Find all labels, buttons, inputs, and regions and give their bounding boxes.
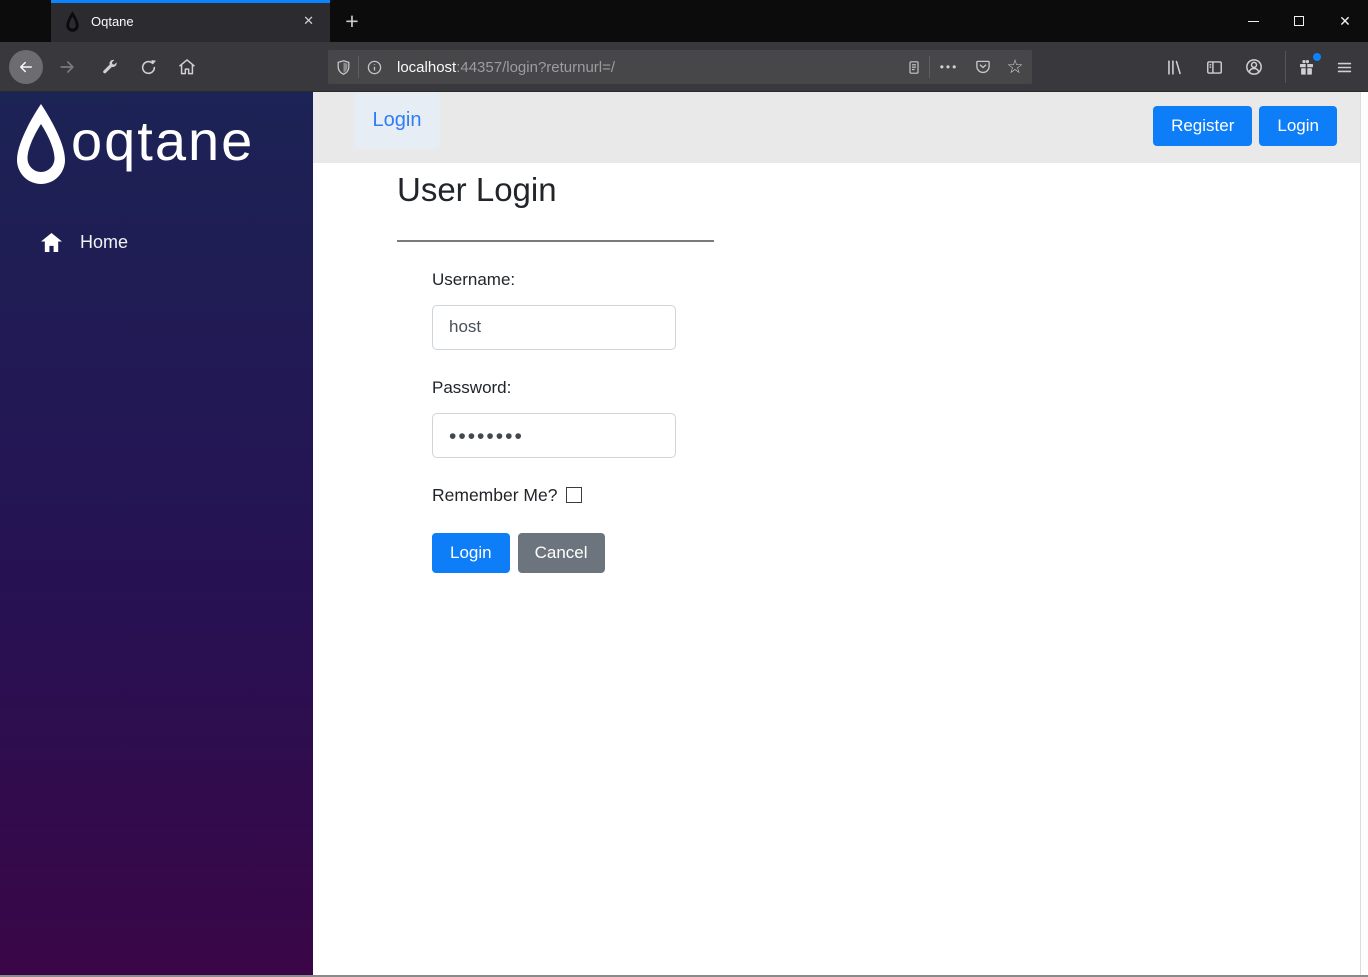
page-header: Login Register Login (313, 92, 1360, 163)
site-logo[interactable]: oqtane (16, 103, 313, 185)
info-icon (367, 60, 381, 74)
sidebar-item-home[interactable]: Home (0, 232, 313, 253)
header-login-button[interactable]: Login (1259, 106, 1337, 146)
customize-button[interactable] (97, 55, 121, 79)
password-label: Password: (432, 377, 512, 397)
page-title: User Login (397, 171, 557, 208)
nav-item-login[interactable]: Login (354, 92, 440, 149)
main-page: Login Register Login User Login Username… (313, 92, 1360, 975)
password-input[interactable] (432, 412, 676, 458)
sidebar-toggle-button[interactable] (1202, 55, 1226, 79)
notification-dot (1313, 53, 1321, 61)
login-button[interactable]: Login (432, 532, 510, 573)
forward-button[interactable] (55, 55, 79, 79)
browser-window: Oqtane ✕ + ✕ localhost:44357/login?retur… (0, 0, 1368, 977)
home-icon (179, 59, 195, 75)
login-form: Username: Password: Remember Me? Login C… (432, 270, 1360, 573)
menu-button[interactable] (1332, 55, 1356, 79)
pocket-icon (976, 60, 990, 74)
cancel-button[interactable]: Cancel (517, 532, 605, 573)
close-window-button[interactable]: ✕ (1322, 0, 1368, 42)
house-icon (41, 232, 62, 253)
url-text[interactable]: localhost:44357/login?returnurl=/ (397, 59, 899, 76)
close-icon: ✕ (1339, 12, 1351, 29)
pocket-button[interactable] (968, 58, 998, 76)
form-buttons: Login Cancel (432, 532, 1360, 573)
reader-mode-icon (909, 60, 919, 74)
navigation-toolbar: localhost:44357/login?returnurl=/ ••• ☆ (0, 42, 1368, 92)
home-button[interactable] (175, 55, 199, 79)
reload-icon (141, 59, 156, 74)
browser-tab[interactable]: Oqtane ✕ (51, 0, 330, 42)
star-icon: ☆ (1006, 56, 1024, 78)
account-button[interactable] (1242, 55, 1266, 79)
library-icon (1167, 59, 1181, 75)
whats-new-button[interactable] (1294, 53, 1321, 79)
login-panel: User Login Username: Password: Remember … (313, 163, 1360, 573)
url-host: localhost (397, 58, 457, 76)
tab-strip: Oqtane ✕ + ✕ (0, 0, 1368, 42)
remember-me-checkbox[interactable] (566, 487, 583, 504)
auth-buttons: Register Login (1153, 106, 1337, 146)
toolbar-divider (1285, 51, 1286, 83)
username-input[interactable] (432, 304, 676, 350)
url-path: :44357/login?returnurl=/ (456, 58, 616, 76)
page-actions-button[interactable]: ••• (930, 60, 968, 74)
maximize-button[interactable] (1276, 0, 1322, 42)
address-bar[interactable]: localhost:44357/login?returnurl=/ ••• ☆ (328, 50, 1032, 84)
bookmark-button[interactable]: ☆ (998, 56, 1032, 79)
title-rule (397, 239, 714, 242)
remember-me-row: Remember Me? (432, 485, 1360, 506)
maximize-icon (1294, 16, 1304, 26)
gift-icon (1299, 59, 1313, 75)
new-tab-button[interactable]: + (336, 5, 368, 37)
remember-me-label: Remember Me? (432, 484, 558, 505)
minimize-icon (1247, 20, 1259, 22)
page-content: oqtane Home Login Register Login User Lo… (0, 92, 1368, 975)
back-arrow-icon (20, 61, 32, 73)
reader-mode-button[interactable] (899, 59, 929, 76)
reload-button[interactable] (136, 55, 160, 79)
site-info-button[interactable] (359, 59, 389, 76)
hamburger-icon (1337, 62, 1351, 72)
wrench-icon (102, 59, 117, 73)
library-button[interactable] (1162, 55, 1186, 79)
tab-title: Oqtane (91, 13, 134, 29)
site-sidebar: oqtane Home (0, 92, 313, 975)
sidebar-toggle-icon (1206, 60, 1222, 74)
tracking-protection-button[interactable] (328, 59, 358, 76)
register-button[interactable]: Register (1153, 106, 1253, 146)
oqtane-favicon (66, 10, 79, 32)
logo-text: oqtane (71, 109, 255, 172)
oqtane-droplet-icon (17, 104, 65, 184)
username-label: Username: (432, 269, 516, 289)
scrollbar[interactable] (1360, 92, 1368, 975)
back-button[interactable] (9, 50, 43, 84)
tab-close-icon[interactable]: ✕ (299, 11, 318, 31)
forward-arrow-icon (60, 61, 74, 73)
account-icon (1246, 59, 1262, 75)
shield-icon (337, 59, 349, 75)
minimize-button[interactable] (1230, 0, 1276, 42)
sidebar-item-label: Home (80, 232, 129, 252)
nav-item-login-label: Login (372, 109, 422, 131)
ellipsis-icon: ••• (939, 60, 959, 74)
window-controls: ✕ (1230, 0, 1368, 42)
